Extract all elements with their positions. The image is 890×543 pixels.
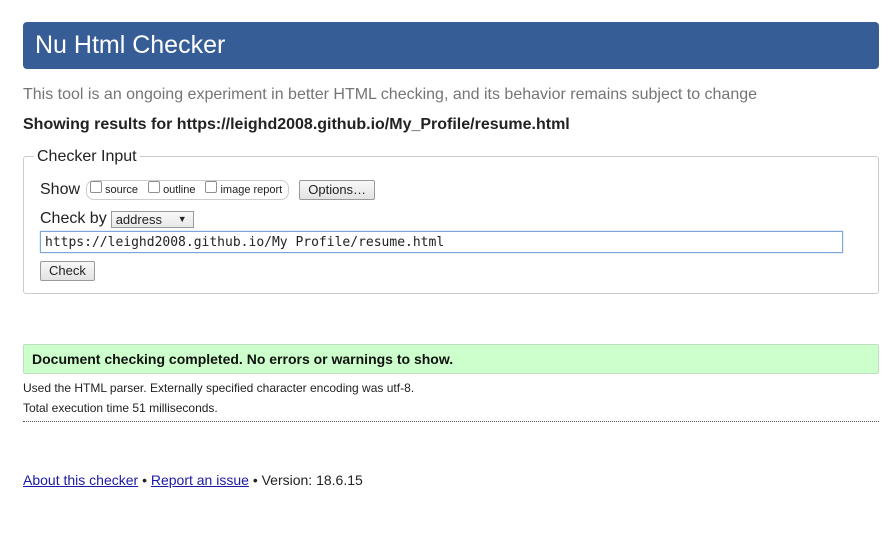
checker-input-legend: Checker Input [34, 147, 140, 167]
dotted-divider [23, 421, 879, 422]
check-button[interactable]: Check [40, 261, 95, 281]
source-label: source [105, 184, 139, 196]
source-checkbox[interactable] [90, 181, 103, 193]
page-title: Nu Html Checker [35, 31, 226, 59]
checker-input-fieldset: Checker Input Show source outline image … [23, 147, 879, 294]
tagline: This tool is an ongoing experiment in be… [23, 86, 758, 103]
about-link[interactable]: About this checker [23, 472, 138, 488]
footer: About this checker • Report an issue • V… [23, 472, 363, 488]
check-by-row: Check by address ▼ [40, 209, 194, 229]
execution-time-info: Total execution time 51 milliseconds. [23, 401, 218, 415]
footer-separator: • [142, 472, 147, 488]
footer-separator: • [252, 472, 258, 488]
version-text: Version: 18.6.15 [261, 472, 363, 488]
status-message: Document checking completed. No errors o… [23, 344, 879, 374]
show-row: Show source outline image report Options… [40, 180, 376, 200]
check-by-value: address [115, 211, 162, 227]
show-source-option[interactable]: source [90, 181, 139, 196]
show-outline-option[interactable]: outline [148, 181, 196, 196]
url-input[interactable] [40, 231, 843, 253]
check-by-select[interactable]: address ▼ [110, 210, 194, 228]
header-bar: Nu Html Checker [23, 22, 879, 69]
parser-info: Used the HTML parser. Externally specifi… [23, 381, 415, 395]
image-report-label: image report [220, 184, 283, 196]
options-button[interactable]: Options… [299, 180, 376, 200]
image-report-checkbox[interactable] [205, 181, 218, 193]
chevron-down-icon: ▼ [177, 214, 187, 224]
check-by-label: Check by [40, 210, 107, 227]
show-label: Show [40, 181, 81, 198]
report-issue-link[interactable]: Report an issue [151, 472, 249, 488]
page: Nu Html Checker This tool is an ongoing … [0, 0, 890, 543]
outline-label: outline [163, 184, 196, 196]
outline-checkbox[interactable] [148, 181, 161, 193]
results-heading: Showing results for https://leighd2008.g… [23, 116, 570, 133]
show-options-group: source outline image report [86, 180, 290, 200]
show-image-report-option[interactable]: image report [205, 181, 283, 196]
